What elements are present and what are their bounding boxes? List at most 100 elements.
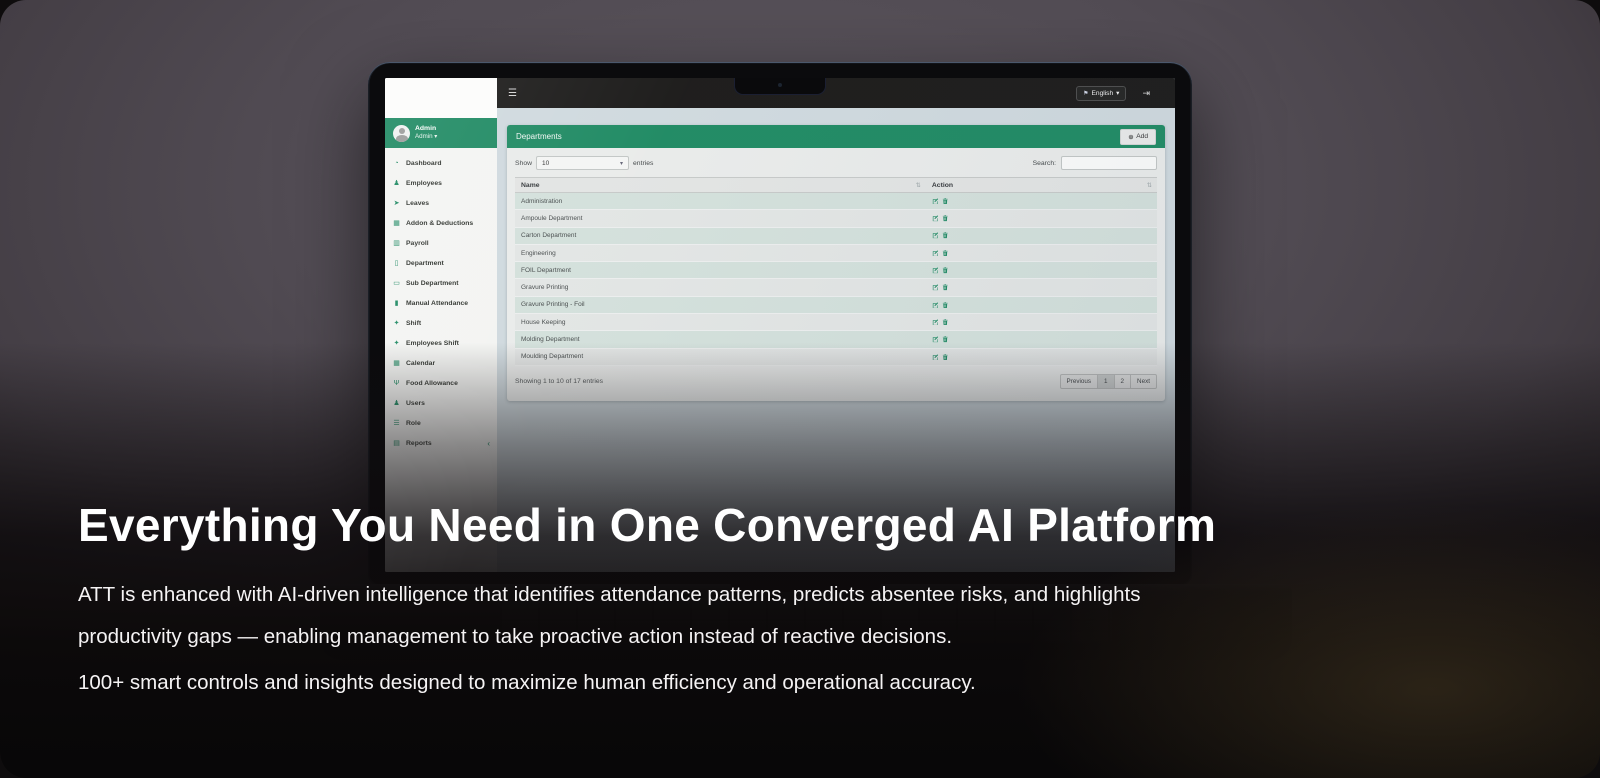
- employees-icon: ♟: [392, 179, 401, 187]
- search-input[interactable]: [1061, 156, 1157, 170]
- hero-paragraph-2: 100+ smart controls and insights designe…: [78, 668, 1183, 698]
- table-footer: Showing 1 to 10 of 17 entries Previous 1…: [515, 374, 1157, 389]
- page-size-select[interactable]: 10 ▾: [536, 156, 629, 170]
- sidebar-item-leaves[interactable]: ➤Leaves: [385, 193, 497, 213]
- sidebar-item-sub-department[interactable]: ▭Sub Department: [385, 273, 497, 293]
- app-logo-area: [385, 78, 497, 118]
- edit-icon[interactable]: [932, 267, 939, 274]
- edit-icon[interactable]: [932, 284, 939, 291]
- pagination-previous[interactable]: Previous: [1060, 374, 1099, 389]
- pagination-page-1[interactable]: 1: [1097, 374, 1115, 389]
- table-row: FOIL Department: [515, 262, 1157, 279]
- search-label: Search:: [1033, 160, 1056, 167]
- add-icon: ⊕: [1128, 133, 1134, 141]
- sidebar-item-payroll[interactable]: ▥Payroll: [385, 233, 497, 253]
- camera-icon: [778, 83, 782, 87]
- employees-shift-icon: ✦: [392, 339, 401, 347]
- sidebar-item-shift[interactable]: ✦Shift: [385, 313, 497, 333]
- department-icon: ▯: [392, 259, 401, 267]
- chevron-down-icon: ▾: [620, 160, 623, 167]
- chevron-down-icon: ▾: [1116, 89, 1119, 97]
- food-allowance-icon: Ψ: [392, 380, 401, 387]
- sidebar-item-calendar[interactable]: ▦Calendar: [385, 353, 497, 373]
- table-row: Gravure Printing - Foil: [515, 296, 1157, 313]
- shift-icon: ✦: [392, 319, 401, 327]
- delete-icon[interactable]: [942, 215, 949, 222]
- delete-icon[interactable]: [942, 302, 949, 309]
- hero-heading: Everything You Need in One Converged AI …: [78, 498, 1216, 552]
- page-title: Departments: [516, 132, 562, 141]
- language-label: English: [1092, 90, 1114, 97]
- table-row: Gravure Printing: [515, 279, 1157, 296]
- add-button[interactable]: ⊕ Add: [1120, 129, 1156, 145]
- table-row: Carton Department: [515, 227, 1157, 244]
- delete-icon[interactable]: [942, 198, 949, 205]
- marketing-slide: Admin Admin ▾ ◔Dashboard ♟Employees ➤Lea…: [0, 0, 1600, 778]
- panel-header: Departments ⊕ Add: [507, 125, 1165, 148]
- chevron-down-icon: ▾: [434, 133, 437, 140]
- users-icon: ♟: [392, 399, 401, 407]
- table-row: Engineering: [515, 244, 1157, 261]
- edit-icon[interactable]: [932, 319, 939, 326]
- edit-icon[interactable]: [932, 215, 939, 222]
- sub-department-icon: ▭: [392, 279, 401, 287]
- calendar-icon: ▦: [392, 359, 401, 367]
- sidebar-item-employees[interactable]: ♟Employees: [385, 173, 497, 193]
- manual-attendance-icon: ▮: [392, 299, 401, 307]
- sidebar-item-users[interactable]: ♟Users: [385, 393, 497, 413]
- pagination-next[interactable]: Next: [1130, 374, 1157, 389]
- avatar: [393, 125, 410, 142]
- delete-icon[interactable]: [942, 336, 949, 343]
- hamburger-icon[interactable]: ☰: [508, 88, 517, 99]
- departments-table: Name⇅ Action⇅ Administration Ampoule Dep…: [515, 177, 1157, 366]
- sidebar-item-addon-deductions[interactable]: ▦Addon & Deductions: [385, 213, 497, 233]
- dashboard-icon: ◔: [392, 160, 401, 167]
- departments-panel: Departments ⊕ Add Show: [507, 125, 1165, 401]
- sidebar-item-food-allowance[interactable]: ΨFood Allowance: [385, 373, 497, 393]
- delete-icon[interactable]: [942, 232, 949, 239]
- table-row: Administration: [515, 193, 1157, 210]
- logout-icon[interactable]: ⇥: [1142, 88, 1150, 99]
- sidebar-item-department[interactable]: ▯Department: [385, 253, 497, 273]
- edit-icon[interactable]: [932, 232, 939, 239]
- column-header-name[interactable]: Name⇅: [515, 178, 926, 193]
- column-header-action[interactable]: Action⇅: [926, 178, 1157, 193]
- role-icon: ☰: [392, 419, 401, 427]
- table-row: House Keeping: [515, 314, 1157, 331]
- leaves-icon: ➤: [392, 199, 401, 207]
- show-label: Show: [515, 160, 532, 167]
- profile-role-dropdown[interactable]: Admin ▾: [415, 133, 437, 141]
- edit-icon[interactable]: [932, 250, 939, 257]
- delete-icon[interactable]: [942, 267, 949, 274]
- pagination: Previous 1 2 Next: [1061, 374, 1157, 389]
- delete-icon[interactable]: [942, 319, 949, 326]
- profile-section[interactable]: Admin Admin ▾: [385, 118, 497, 148]
- sidebar-item-dashboard[interactable]: ◔Dashboard: [385, 153, 497, 173]
- edit-icon[interactable]: [932, 354, 939, 361]
- addon-deductions-icon: ▦: [392, 219, 401, 227]
- language-dropdown[interactable]: ⚑ English ▾: [1076, 86, 1126, 101]
- entries-label: entries: [633, 160, 653, 167]
- flag-icon: ⚑: [1083, 90, 1088, 97]
- pagination-page-2[interactable]: 2: [1114, 374, 1132, 389]
- edit-icon[interactable]: [932, 198, 939, 205]
- chevron-left-icon: ‹: [487, 439, 490, 448]
- edit-icon[interactable]: [932, 336, 939, 343]
- sort-icon: ⇅: [916, 182, 921, 189]
- payroll-icon: ▥: [392, 239, 401, 247]
- table-row: Ampoule Department: [515, 210, 1157, 227]
- sidebar-item-reports[interactable]: ▤Reports‹: [385, 433, 497, 453]
- delete-icon[interactable]: [942, 250, 949, 257]
- reports-icon: ▤: [392, 439, 401, 447]
- table-row: Molding Department: [515, 331, 1157, 348]
- profile-name: Admin: [415, 125, 437, 133]
- sidebar-item-manual-attendance[interactable]: ▮Manual Attendance: [385, 293, 497, 313]
- delete-icon[interactable]: [942, 284, 949, 291]
- sidebar-item-employees-shift[interactable]: ✦Employees Shift: [385, 333, 497, 353]
- top-navbar: ☰ ⚑ English ▾ ⇥: [497, 78, 1175, 108]
- sidebar-item-role[interactable]: ☰Role: [385, 413, 497, 433]
- edit-icon[interactable]: [932, 302, 939, 309]
- hero-paragraph-1: ATT is enhanced with AI-driven intellige…: [78, 574, 1183, 658]
- table-controls: Show 10 ▾ entries Search:: [515, 156, 1157, 170]
- delete-icon[interactable]: [942, 354, 949, 361]
